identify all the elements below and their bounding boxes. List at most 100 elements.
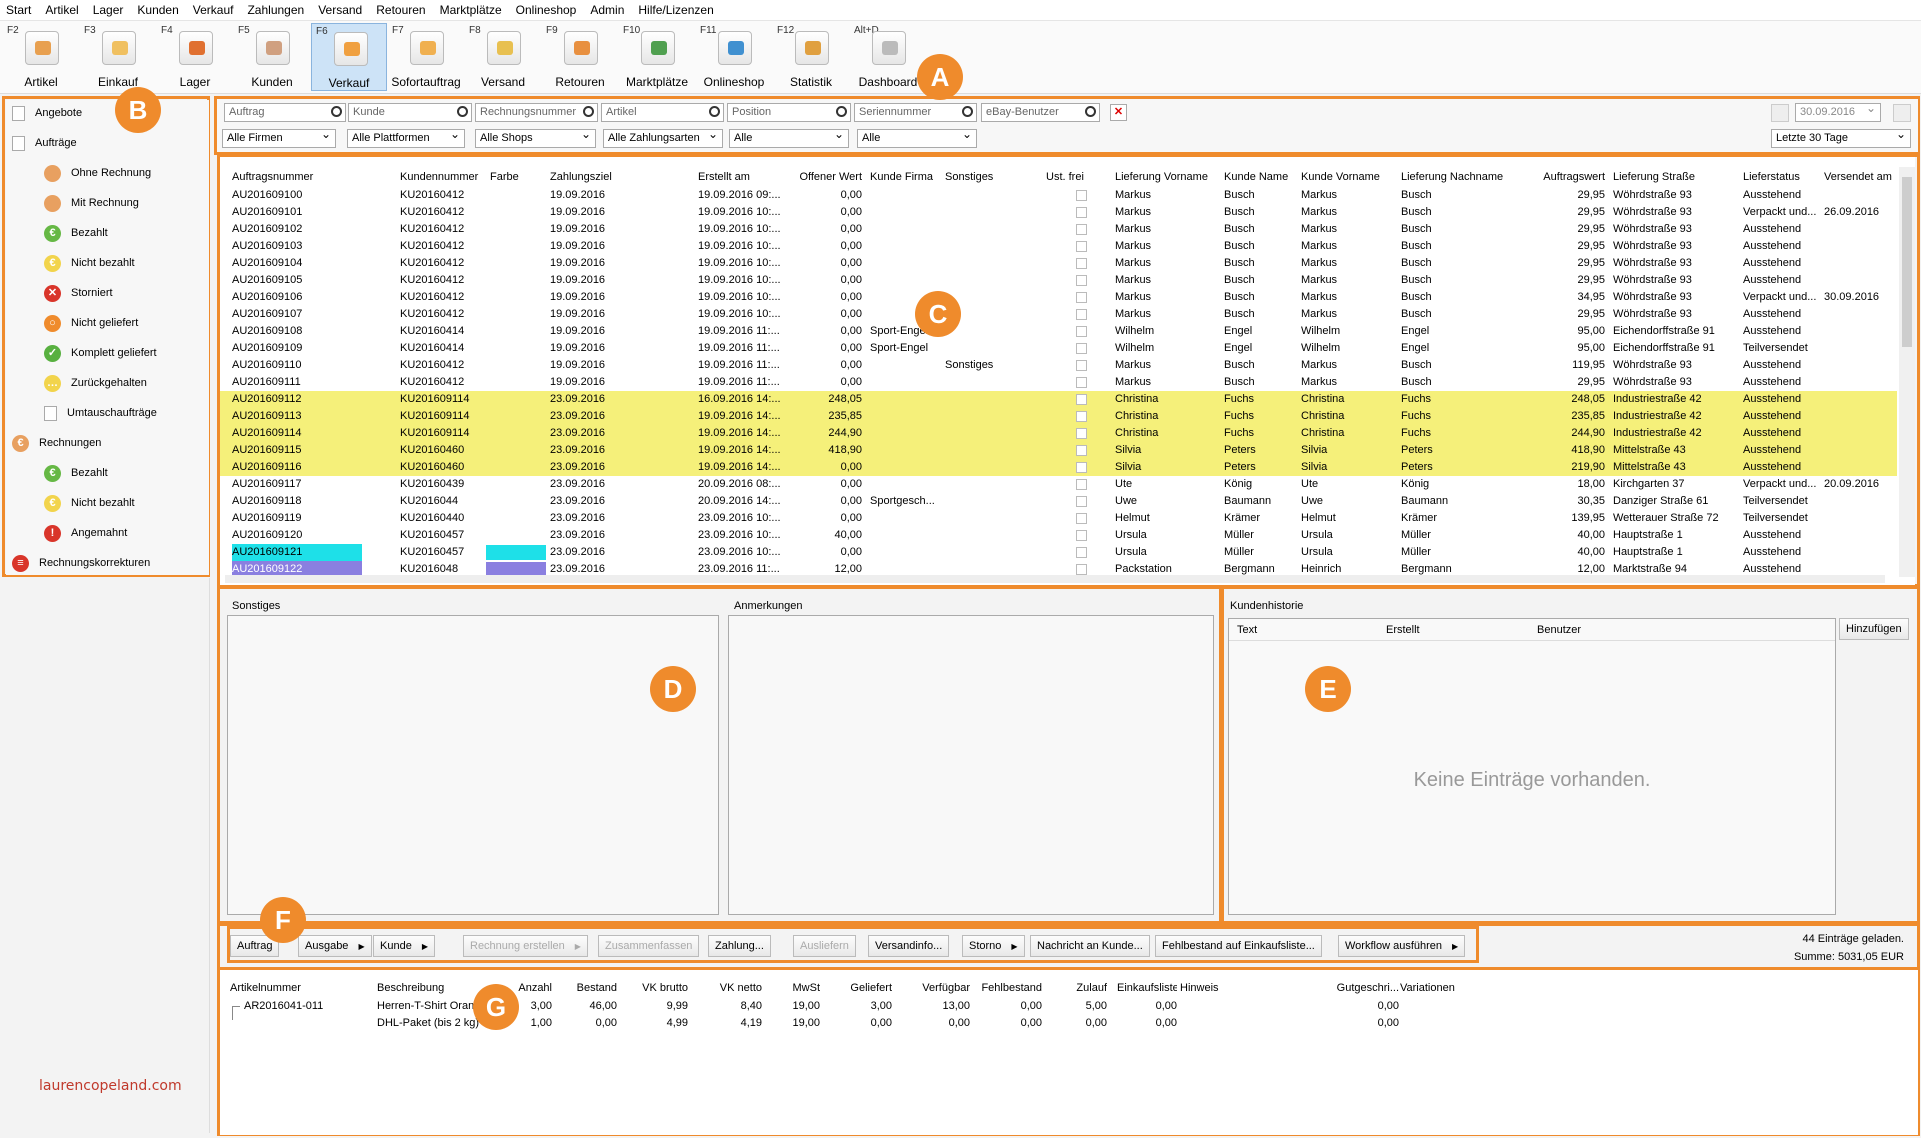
sidebar-item-0[interactable]: Angebote [12,102,82,124]
anmerkungen-textarea[interactable] [728,615,1214,915]
ust-frei-checkbox[interactable] [1076,275,1087,286]
toolbar-button-dashboard[interactable]: Alt+D Dashboard [850,23,926,91]
table-row[interactable]: AU201609115 KU20160460 23.09.2016 19.09.201… [220,442,1897,459]
search-artikel[interactable]: Artikel [601,103,724,122]
detail-column-header[interactable]: Bestand [557,982,617,994]
ust-frei-checkbox[interactable] [1076,309,1087,320]
table-row[interactable]: AU201609110 KU20160412 19.09.2016 19.09.201… [220,357,1897,374]
column-header[interactable]: Sonstiges [945,171,1040,183]
ust-frei-checkbox[interactable] [1076,530,1087,541]
menu-7[interactable]: Retouren [376,3,425,17]
menu-8[interactable]: Marktplätze [440,3,502,17]
action-button-5[interactable]: Zahlung... [708,935,771,957]
detail-column-header[interactable]: Artikelnummer [230,982,360,994]
column-header[interactable]: Lieferung Straße [1613,171,1733,183]
filter-select-1[interactable]: Alle Plattformen [347,127,465,148]
ust-frei-checkbox[interactable] [1076,292,1087,303]
column-header[interactable]: Offener Wert [792,171,862,183]
detail-row[interactable]: DHL-Paket (bis 2 kg) 1,00 0,00 4,99 4,19 19,0… [220,1017,1910,1034]
column-header[interactable]: Lieferung Vorname [1115,171,1215,183]
menu-2[interactable]: Lager [93,3,124,17]
period-select[interactable]: Letzte 30 Tage [1771,127,1911,148]
grid-hscrollbar[interactable] [225,575,1885,583]
ust-frei-checkbox[interactable] [1076,394,1087,405]
toolbar-button-einkauf[interactable]: F3 Einkauf [80,23,156,91]
ust-frei-checkbox[interactable] [1076,462,1087,473]
toolbar-button-onlineshop[interactable]: F11 Onlineshop [696,23,772,91]
search-auftrag[interactable]: Auftrag [224,103,346,122]
table-row[interactable]: AU201609114 KU201609114 23.09.2016 19.09.20… [220,425,1897,442]
menu-6[interactable]: Versand [318,3,362,17]
detail-column-header[interactable]: Gutgeschri... [1329,982,1399,994]
ust-frei-checkbox[interactable] [1076,411,1087,422]
action-button-9[interactable]: Nachricht an Kunde... [1030,935,1150,957]
ust-frei-checkbox[interactable] [1076,428,1087,439]
detail-column-header[interactable]: Zulauf [1047,982,1107,994]
search-icon[interactable] [1085,106,1096,117]
date-prev-button[interactable] [1771,104,1789,122]
sidebar-item-14[interactable]: ! Angemahnt [44,522,127,544]
table-row[interactable]: AU201609108 KU20160414 19.09.2016 19.09.201… [220,323,1897,340]
search-icon[interactable] [709,106,720,117]
table-row[interactable]: AU201609118 KU2016044 23.09.2016 20.09.2016… [220,493,1897,510]
action-button-10[interactable]: Fehlbestand auf Einkaufsliste... [1155,935,1322,957]
column-header[interactable]: Auftragswert [1525,171,1605,183]
search-kunde[interactable]: Kunde [348,103,472,122]
column-header[interactable]: Farbe [490,171,540,183]
ust-frei-checkbox[interactable] [1076,207,1087,218]
column-header[interactable]: Lieferstatus [1743,171,1823,183]
detail-column-header[interactable]: Fehlbestand [972,982,1042,994]
toolbar-button-statistik[interactable]: F12 Statistik [773,23,849,91]
search-position[interactable]: Position [727,103,851,122]
filter-select-4[interactable]: Alle [729,127,849,148]
ust-frei-checkbox[interactable] [1076,343,1087,354]
table-row[interactable]: AU201609109 KU20160414 19.09.2016 19.09.201… [220,340,1897,357]
menu-1[interactable]: Artikel [45,3,78,17]
history-list[interactable]: Text Erstellt Benutzer Keine Einträge vo… [1228,618,1836,915]
detail-column-header[interactable]: VK brutto [620,982,688,994]
table-row[interactable]: AU201609102 KU20160412 19.09.2016 19.09.201… [220,221,1897,238]
ust-frei-checkbox[interactable] [1076,445,1087,456]
add-history-button[interactable]: Hinzufügen [1839,618,1909,640]
column-header[interactable]: Kunde Vorname [1301,171,1396,183]
toolbar-button-verkauf[interactable]: F6 Verkauf [311,23,387,91]
sidebar-item-10[interactable]: Umtauschaufträge [44,402,157,424]
sidebar-item-6[interactable]: ✕ Storniert [44,282,113,304]
search-ebay-benutzer[interactable]: eBay-Benutzer [981,103,1100,122]
menu-4[interactable]: Verkauf [193,3,234,17]
action-button-11[interactable]: Workflow ausführen ▶ [1338,935,1466,957]
toolbar-button-kunden[interactable]: F5 Kunden [234,23,310,91]
search-icon[interactable] [457,106,468,117]
search-icon[interactable] [836,106,847,117]
filter-select-3[interactable]: Alle Zahlungsarten [603,127,723,148]
action-button-8[interactable]: Storno ▶ [962,935,1025,957]
ust-frei-checkbox[interactable] [1076,479,1087,490]
ust-frei-checkbox[interactable] [1076,326,1087,337]
detail-column-header[interactable]: Hinweis [1180,982,1240,994]
search-icon[interactable] [331,106,342,117]
table-row[interactable]: AU201609119 KU20160440 23.09.2016 23.09.201… [220,510,1897,527]
menu-9[interactable]: Onlineshop [516,3,577,17]
table-row[interactable]: AU201609107 KU20160412 19.09.2016 19.09.201… [220,306,1897,323]
sidebar-item-8[interactable]: ✓ Komplett geliefert [44,342,157,364]
column-header[interactable]: Kunde Name [1224,171,1294,183]
filter-select-5[interactable]: Alle [857,127,977,148]
sidebar-item-5[interactable]: € Nicht bezahlt [44,252,135,274]
ust-frei-checkbox[interactable] [1076,360,1087,371]
table-row[interactable]: AU201609105 KU20160412 19.09.2016 19.09.201… [220,272,1897,289]
sidebar-item-9[interactable]: … Zurückgehalten [44,372,147,394]
toolbar-button-sofortauftrag[interactable]: F7 Sofortauftrag [388,23,464,91]
column-header[interactable]: Ust. frei [1046,171,1086,183]
menu-11[interactable]: Hilfe/Lizenzen [638,3,713,17]
action-button-7[interactable]: Versandinfo... [868,935,950,957]
toolbar-button-lager[interactable]: F4 Lager [157,23,233,91]
menu-0[interactable]: Start [6,3,31,17]
sidebar-item-2[interactable]: Ohne Rechnung [44,162,151,184]
sidebar-item-1[interactable]: Aufträge [12,132,77,154]
sidebar-item-3[interactable]: Mit Rechnung [44,192,139,214]
ust-frei-checkbox[interactable] [1076,241,1087,252]
menu-10[interactable]: Admin [590,3,624,17]
toolbar-button-retouren[interactable]: F9 Retouren [542,23,618,91]
grid-scroll-thumb[interactable] [1902,177,1912,347]
table-row[interactable]: AU201609104 KU20160412 19.09.2016 19.09.201… [220,255,1897,272]
